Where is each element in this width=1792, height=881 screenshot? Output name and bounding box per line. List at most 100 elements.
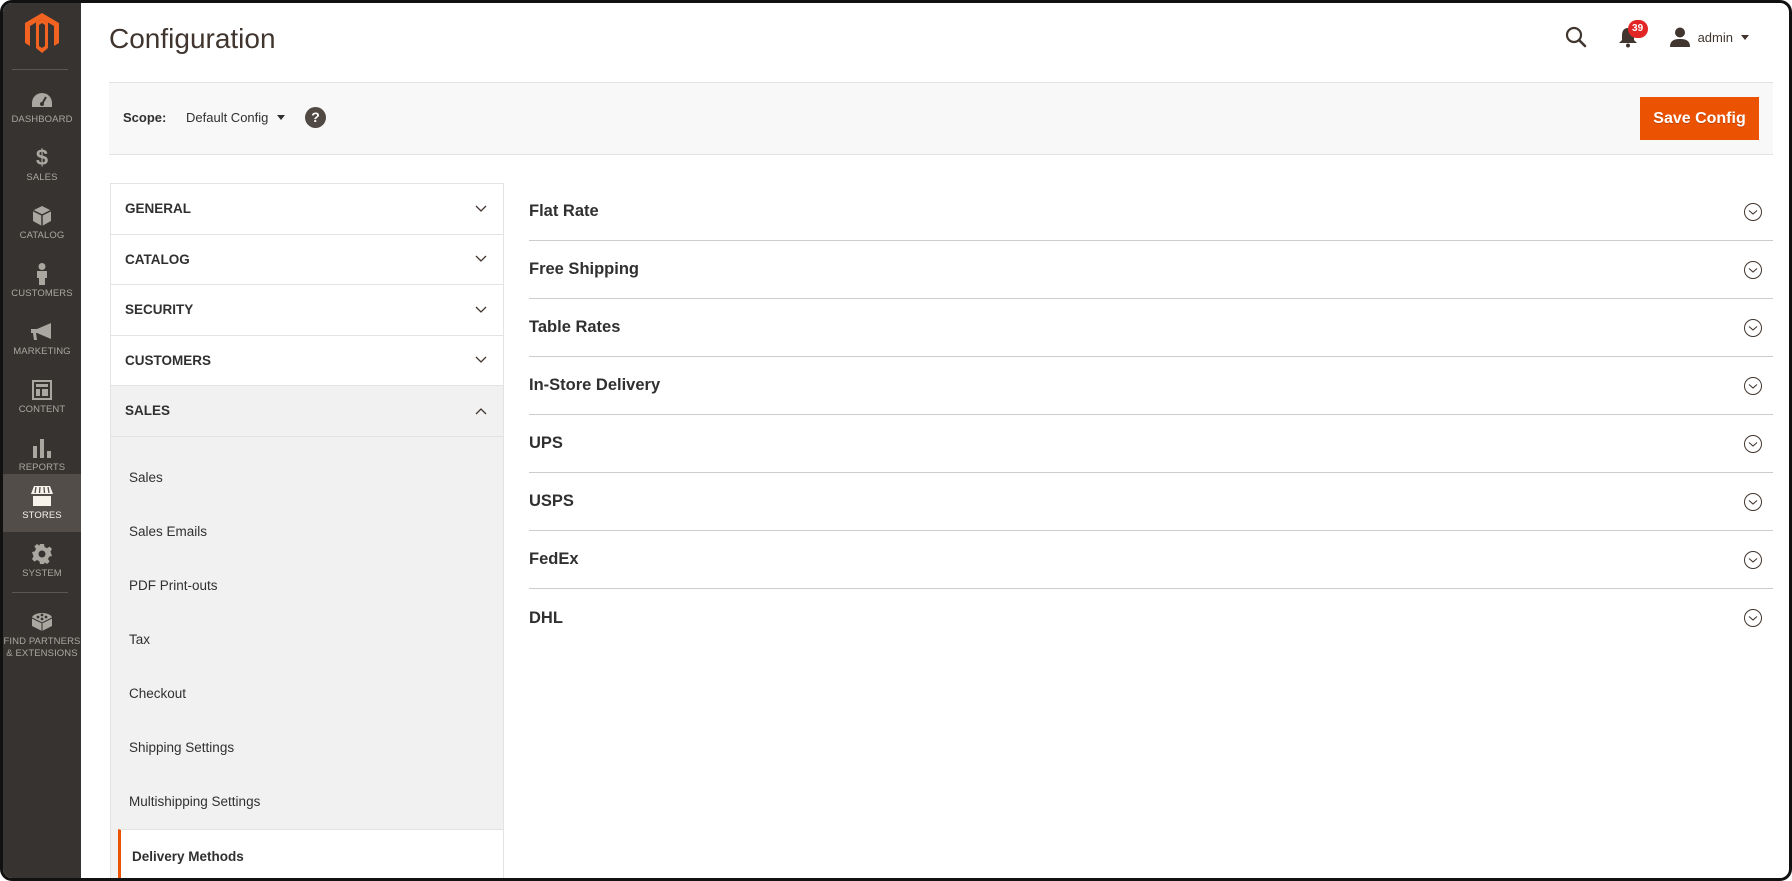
expand-circle-icon xyxy=(1744,434,1762,453)
expand-circle-icon xyxy=(1744,492,1762,511)
tab-label: Sales xyxy=(125,403,171,419)
expand-circle-icon xyxy=(1744,550,1762,569)
tab-label: Catalog xyxy=(125,251,190,267)
menu-item-label: Marketing xyxy=(13,345,71,357)
tab-security[interactable]: Security xyxy=(111,285,503,336)
tab-item-tax[interactable]: Tax xyxy=(111,613,503,667)
menu-item-sales[interactable]: $ Sales xyxy=(3,136,81,194)
user-menu[interactable]: admin xyxy=(1669,27,1749,47)
notifications-button[interactable]: 39 xyxy=(1618,20,1648,48)
chevron-down-icon xyxy=(475,205,487,212)
chevron-up-icon xyxy=(475,407,487,415)
menu-item-label: Find Partners & Extensions xyxy=(3,635,81,659)
section-title: Free Shipping xyxy=(529,260,640,278)
menu-item-label: Catalog xyxy=(19,229,65,241)
expand-circle-icon xyxy=(1744,260,1762,279)
dashboard-icon xyxy=(31,89,53,111)
app-window: Dashboard $ Sales Catalog Customers Mark… xyxy=(0,0,1792,881)
admin-menu: Dashboard $ Sales Catalog Customers Mark… xyxy=(3,3,81,878)
tab-catalog[interactable]: Catalog xyxy=(111,234,503,285)
section-usps[interactable]: USPS xyxy=(529,473,1773,531)
bar-chart-icon xyxy=(32,437,52,459)
chevron-down-icon xyxy=(1741,34,1749,40)
chevron-down-icon xyxy=(475,356,487,364)
gear-icon xyxy=(32,543,52,565)
tab-customers[interactable]: Customers xyxy=(111,335,503,386)
menu-item-label: Reports xyxy=(18,461,66,473)
section-title: USPS xyxy=(529,492,574,510)
menu-item-label: Sales xyxy=(26,171,58,183)
section-title: DHL xyxy=(529,608,563,627)
menu-item-find-partners[interactable]: Find Partners & Extensions xyxy=(3,599,81,671)
tab-item-delivery-methods[interactable]: Delivery Methods xyxy=(118,828,503,878)
section-title: UPS xyxy=(529,434,563,452)
help-icon[interactable]: ? xyxy=(305,107,326,128)
tab-item-pdf-print-outs[interactable]: PDF Print-outs xyxy=(111,559,503,613)
tab-item-multishipping-settings[interactable]: Multishipping Settings xyxy=(111,775,503,829)
tab-item-shipping-settings[interactable]: Shipping Settings xyxy=(111,721,503,775)
menu-item-catalog[interactable]: Catalog xyxy=(3,194,81,252)
user-name: admin xyxy=(1697,29,1733,45)
menu-item-label: Stores xyxy=(22,509,62,521)
tab-label: Customers xyxy=(125,352,212,368)
dollar-icon: $ xyxy=(35,144,49,170)
section-fedex[interactable]: FedEx xyxy=(529,531,1773,589)
tab-item-sales[interactable]: Sales xyxy=(111,451,503,505)
user-icon xyxy=(1669,27,1690,47)
magento-logo[interactable] xyxy=(3,13,81,55)
menu-divider xyxy=(12,592,68,593)
section-free-shipping[interactable]: Free Shipping xyxy=(529,241,1773,299)
config-tabs-nav: General Catalog Security Customers Sales… xyxy=(110,183,504,878)
section-ups[interactable]: UPS xyxy=(529,415,1773,473)
section-table-rates[interactable]: Table Rates xyxy=(529,299,1773,357)
expand-circle-icon xyxy=(1744,202,1762,221)
menu-item-content[interactable]: Content xyxy=(3,368,81,426)
page-title: Configuration xyxy=(109,23,276,54)
notification-count-badge: 39 xyxy=(1627,20,1648,38)
lego-brick-icon xyxy=(31,611,53,633)
layout-icon xyxy=(32,379,52,401)
storefront-icon xyxy=(31,485,53,507)
scope-value: Default Config xyxy=(186,110,269,125)
save-config-button[interactable]: Save Config xyxy=(1640,97,1759,140)
expand-circle-icon xyxy=(1744,609,1762,627)
tab-item-checkout[interactable]: Checkout xyxy=(111,667,503,721)
chevron-down-icon xyxy=(475,306,487,313)
box-icon xyxy=(33,205,51,227)
section-title: FedEx xyxy=(529,550,579,568)
header-actions: 39 admin xyxy=(1564,20,1749,49)
tab-label: General xyxy=(125,201,192,217)
scope-label: Scope: xyxy=(123,110,167,125)
menu-item-stores[interactable]: Stores xyxy=(3,474,81,532)
expand-circle-icon xyxy=(1744,376,1762,395)
section-title: In-Store Delivery xyxy=(529,376,661,394)
tab-sales[interactable]: Sales xyxy=(111,386,503,437)
chevron-down-icon xyxy=(475,255,487,263)
sales-tab-items: Sales Sales Emails PDF Print-outs Tax Ch… xyxy=(111,436,503,878)
menu-item-customers[interactable]: Customers xyxy=(3,252,81,310)
caret-down-icon xyxy=(277,115,286,120)
expand-circle-icon xyxy=(1744,318,1762,337)
search-icon[interactable] xyxy=(1564,25,1588,49)
tab-general[interactable]: General xyxy=(111,184,503,235)
menu-divider xyxy=(12,69,68,70)
menu-item-label: System xyxy=(22,567,62,579)
tab-label: Security xyxy=(125,302,194,318)
menu-item-label: Dashboard xyxy=(11,113,73,125)
person-icon xyxy=(36,262,48,285)
menu-item-marketing[interactable]: Marketing xyxy=(3,310,81,368)
section-dhl[interactable]: DHL xyxy=(529,589,1773,647)
section-title: Flat Rate xyxy=(529,202,599,220)
scope-bar: Scope: Default Config ? Save Config xyxy=(109,82,1773,155)
tab-item-sales-emails[interactable]: Sales Emails xyxy=(111,505,503,559)
menu-item-system[interactable]: System xyxy=(3,532,81,590)
section-in-store-delivery[interactable]: In-Store Delivery xyxy=(529,357,1773,415)
section-title: Table Rates xyxy=(529,318,621,336)
menu-item-label: Content xyxy=(18,403,66,415)
scope-switcher[interactable]: Default Config xyxy=(186,110,286,125)
section-flat-rate[interactable]: Flat Rate xyxy=(529,183,1773,241)
delivery-method-sections: Flat Rate Free Shipping Table Rates In-S… xyxy=(529,183,1773,647)
menu-item-dashboard[interactable]: Dashboard xyxy=(3,78,81,136)
megaphone-icon xyxy=(31,321,53,343)
menu-item-label: Customers xyxy=(11,287,73,299)
